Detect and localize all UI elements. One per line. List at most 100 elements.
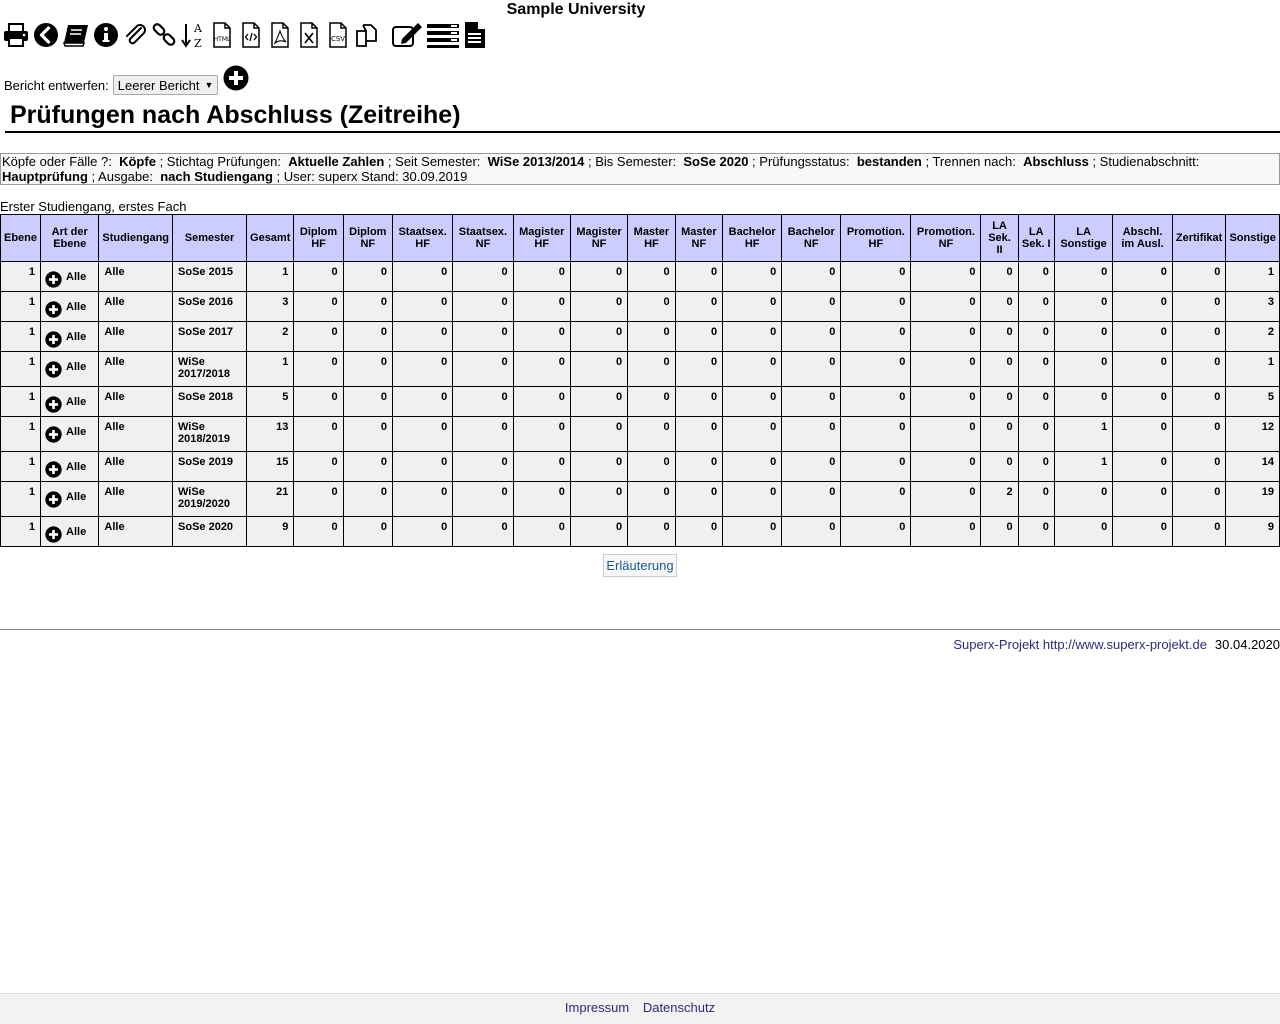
cell-semester: SoSe 2016 [172,291,248,322]
cell-value: 0 [1017,386,1055,417]
cell-value: 0 [781,416,842,452]
cell-value: 0 [452,261,514,292]
column-header[interactable]: Magister HF [512,214,571,262]
cell-value: 0 [627,516,676,547]
explanation-button[interactable]: Erläuterung [603,554,677,577]
cell-value: 0 [452,481,514,517]
cell-value: 0 [980,386,1019,417]
column-header[interactable]: Studiengang [98,214,174,262]
expand-icon[interactable] [45,361,62,381]
html-export-icon[interactable]: HTML [209,20,235,50]
cell-semester: WiSe 2019/2020 [172,481,248,517]
cell-value: 0 [512,386,571,417]
cell-value: 0 [781,516,842,547]
cell-value: 0 [391,291,454,322]
expand-icon[interactable] [45,331,62,351]
add-report-icon[interactable] [223,65,249,94]
footer-info: Superx-Projekt http://www.superx-projekt… [953,637,1280,652]
cell-value: 0 [1053,351,1114,387]
cell-value: 0 [980,451,1019,482]
column-header[interactable]: Abschl. im Ausl. [1112,214,1173,262]
back-icon[interactable] [33,20,59,50]
cell-ebene: 1 [0,516,42,547]
column-header[interactable]: Diplom NF [342,214,393,262]
link-icon[interactable] [151,20,177,50]
document-icon[interactable] [463,20,487,50]
column-header[interactable]: Magister NF [569,214,629,262]
cell-ebene: 1 [0,416,42,452]
column-header[interactable]: Art der Ebene [40,214,100,262]
column-header[interactable]: Semester [172,214,248,262]
cell-value: 0 [1053,516,1114,547]
cell-value: 0 [1112,321,1173,352]
cell-value: 0 [342,416,393,452]
expand-icon[interactable] [45,491,62,511]
pdf-export-icon[interactable] [267,20,293,50]
superx-project-link[interactable]: Superx-Projekt http://www.superx-projekt… [953,637,1207,652]
cell-value: 0 [722,481,783,517]
cell-value: 0 [781,291,842,322]
expand-icon[interactable] [45,426,62,446]
csv-export-icon[interactable]: CSV [325,20,351,50]
edit-icon[interactable] [391,20,423,50]
cell-value: 0 [1171,351,1227,387]
cell-value: 0 [840,291,912,322]
column-header[interactable]: Promotion. NF [910,214,982,262]
column-header[interactable]: Promotion. HF [840,214,912,262]
param-label: ; Ausgabe: [91,169,153,184]
column-header[interactable]: LA Sonstige [1053,214,1114,262]
datenschutz-link[interactable]: Datenschutz [643,1000,715,1015]
column-header[interactable]: LA Sek. I [1017,214,1055,262]
cell-value: 0 [569,351,629,387]
expand-icon[interactable] [45,461,62,481]
column-header[interactable]: Master HF [627,214,676,262]
column-header[interactable]: Ebene [0,214,42,262]
table-row: 1 Alle Alle WiSe 2017/2018 1 0 0 0 0 0 0 0 0 0 0 0 0 0 0 0 0… [0,351,1280,387]
cell-value: 0 [627,451,676,482]
report-draft-label: Bericht entwerfen: [4,77,109,93]
expand-icon[interactable] [45,526,62,546]
column-header[interactable]: Bachelor HF [722,214,783,262]
impressum-link[interactable]: Impressum [565,1000,629,1015]
excel-export-icon[interactable] [296,20,322,50]
column-header[interactable]: Staatsex. HF [391,214,454,262]
column-header[interactable]: Diplom HF [293,214,344,262]
cell-value: 0 [391,481,454,517]
cell-ebene: 1 [0,451,42,482]
cell-semester: SoSe 2015 [172,261,248,292]
param-value: Aktuelle Zahlen [288,154,385,169]
expand-icon[interactable] [45,271,62,291]
cell-value: 0 [840,321,912,352]
table-row: 1 Alle Alle SoSe 2018 5 0 0 0 0 0 0 0 0 0 0 0 0 0 0 0 0 0 5 [0,386,1280,417]
table-row: 1 Alle Alle SoSe 2017 2 0 0 0 0 0 0 0 0 0 0 0 0 0 0 0 0 0 2 [0,321,1280,352]
column-header[interactable]: Gesamt [246,214,295,262]
column-header[interactable]: Zertifikat [1171,214,1227,262]
column-header[interactable]: Master NF [674,214,724,262]
paperclip-icon[interactable] [122,20,148,50]
cell-value: 19 [1225,481,1280,517]
table-row: 1 Alle Alle SoSe 2016 3 0 0 0 0 0 0 0 0 0 0 0 0 0 0 0 0 0 3 [0,291,1280,322]
book-icon[interactable] [62,20,90,50]
expand-icon[interactable] [45,301,62,321]
cell-semester: WiSe 2017/2018 [172,351,248,387]
list-icon[interactable] [426,20,460,50]
report-template-select[interactable]: Leerer Bericht ▼ [112,75,219,95]
info-icon[interactable] [93,20,119,50]
cell-studiengang: Alle [98,416,174,452]
cell-value: 0 [342,386,393,417]
cell-value: 0 [722,386,783,417]
column-header[interactable]: Sonstige [1225,214,1280,262]
print-icon[interactable] [2,20,30,50]
column-header[interactable]: LA Sek. II [980,214,1019,262]
cell-value: 0 [840,516,912,547]
cell-value: 0 [452,321,514,352]
copy-icon[interactable] [354,20,380,50]
sort-az-icon[interactable]: AZ [180,20,206,50]
cell-art-der-ebene: Alle [40,351,100,387]
column-header[interactable]: Staatsex. NF [452,214,514,262]
expand-icon[interactable] [45,396,62,416]
cell-value: 0 [391,261,454,292]
code-export-icon[interactable] [238,20,264,50]
cell-value: 0 [569,261,629,292]
column-header[interactable]: Bachelor NF [781,214,842,262]
